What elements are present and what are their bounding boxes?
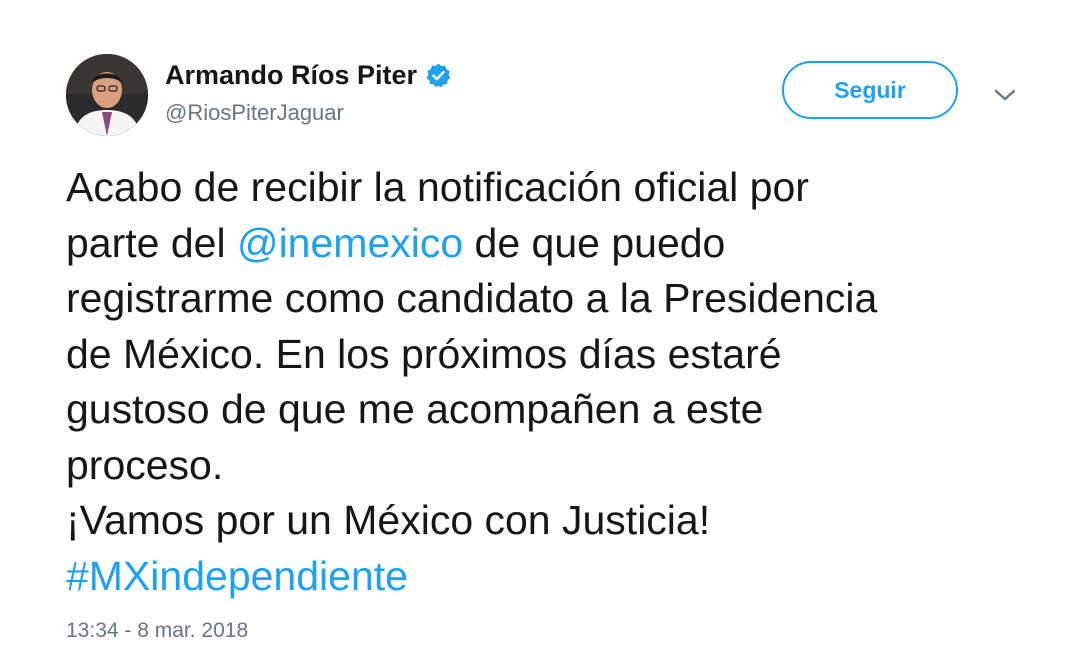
tweet-line: proceso. (66, 441, 224, 488)
tweet-line: de México. En los próximos días estaré (66, 330, 782, 377)
tweet-text-segment: parte del (66, 219, 237, 266)
verified-badge-icon (425, 62, 452, 89)
tweet-line: ¡Vamos por un México con Justicia! (66, 497, 711, 543)
tweet-line: gustoso de que me acompañen a este (66, 386, 764, 432)
hashtag-link[interactable]: #MXindependiente (66, 549, 1026, 605)
tweet-timestamp[interactable]: 13:34 - 8 mar. 2018 (66, 619, 248, 643)
display-name-text[interactable]: Armando Ríos Piter (165, 60, 417, 91)
mention-link[interactable]: @inemexico (237, 220, 463, 266)
tweet-text-segment: de que puedo (463, 219, 726, 266)
follow-button[interactable]: Seguir (782, 61, 958, 119)
chevron-down-icon[interactable] (992, 82, 1018, 108)
tweet-line: registrarme como candidato a la Presiden… (66, 275, 878, 321)
tweet-line: parte del @inemexico de que puedo (66, 216, 1026, 272)
display-name[interactable]: Armando Ríos Piter (165, 60, 452, 91)
tweet-line: Acabo de recibir la notificación oficial… (66, 164, 809, 210)
tweet-card: Armando Ríos Piter @RiosPiterJaguar Segu… (0, 0, 1081, 666)
tweet-text: Acabo de recibir la notificación oficial… (66, 160, 1026, 604)
avatar[interactable] (66, 54, 148, 136)
user-handle[interactable]: @RiosPiterJaguar (165, 100, 344, 126)
